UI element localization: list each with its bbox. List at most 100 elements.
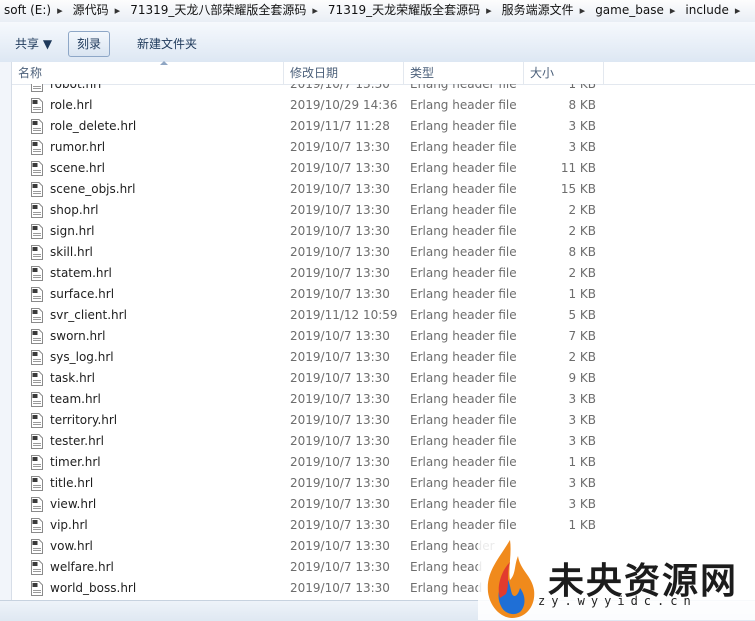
file-name: role.hrl xyxy=(50,98,93,112)
file-row[interactable]: team.hrl 2019/10/7 13:30 Erlang header fil… xyxy=(12,389,755,410)
file-name: svr_client.hrl xyxy=(50,308,127,322)
file-date: 2019/11/7 11:28 xyxy=(290,119,390,133)
file-name: scene.hrl xyxy=(50,161,105,175)
file-date: 2019/10/7 13:30 xyxy=(290,161,390,175)
watermark: 未央资源网 zy.wyyidc.cn xyxy=(478,534,755,620)
file-name: rumor.hrl xyxy=(50,140,106,154)
hrl-file-icon xyxy=(31,245,43,260)
file-type: Erlang header file xyxy=(410,518,517,532)
breadcrumb-item[interactable]: 71319_天龙荣耀版全套源码 xyxy=(324,0,484,20)
file-row[interactable]: scene.hrl 2019/10/7 13:30 Erlang header fi… xyxy=(12,158,755,179)
new-folder-button[interactable]: 新建文件夹 xyxy=(128,31,206,57)
file-row[interactable]: scene_objs.hrl 2019/10/7 13:30 Erlang head… xyxy=(12,179,755,200)
breadcrumb-item[interactable]: soft (E:) xyxy=(0,0,55,20)
file-row[interactable]: title.hrl 2019/10/7 13:30 Erlang header fi… xyxy=(12,473,755,494)
chevron-right-icon[interactable]: ▸ xyxy=(578,1,592,21)
chevron-right-icon[interactable]: ▸ xyxy=(733,1,747,21)
hrl-file-icon xyxy=(31,476,43,491)
file-row[interactable]: sys_log.hrl 2019/10/7 13:30 Erlang header … xyxy=(12,347,755,368)
breadcrumb-item[interactable]: 71319_天龙八部荣耀版全套源码 xyxy=(126,0,310,20)
hrl-file-icon xyxy=(31,98,43,113)
file-row[interactable]: timer.hrl 2019/10/7 13:30 Erlang header fi… xyxy=(12,452,755,473)
column-header-name[interactable]: 名称 xyxy=(12,62,284,84)
file-size: 8 KB xyxy=(568,98,596,112)
share-button[interactable]: 共享 ▼ xyxy=(6,31,61,57)
file-type: Erlang header file xyxy=(410,392,517,406)
file-name: sign.hrl xyxy=(50,224,95,238)
hrl-file-icon xyxy=(31,371,43,386)
column-header-type[interactable]: 类型 xyxy=(404,62,524,84)
file-type: Erlang header file xyxy=(410,434,517,448)
file-row[interactable]: view.hrl 2019/10/7 13:30 Erlang header fil… xyxy=(12,494,755,515)
chevron-right-icon[interactable]: ▸ xyxy=(113,1,127,21)
file-row[interactable]: role.hrl 2019/10/29 14:36 Erlang header fi… xyxy=(12,95,755,116)
file-row-partial[interactable]: robot.hrl 2019/10/7 13:30 Erlang header … xyxy=(12,84,755,95)
hrl-file-icon xyxy=(31,266,43,281)
file-type: Erlang header file xyxy=(410,497,517,511)
file-date: 2019/10/7 13:30 xyxy=(290,287,390,301)
file-type: Erlang header file xyxy=(410,371,517,385)
file-row[interactable]: territory.hrl 2019/10/7 13:30 Erlang heade… xyxy=(12,410,755,431)
chevron-right-icon[interactable]: ▸ xyxy=(668,1,682,21)
file-name: task.hrl xyxy=(50,371,95,385)
file-type: Erlang header file xyxy=(410,203,517,217)
file-type: Erlang header file xyxy=(410,287,517,301)
file-row[interactable]: tester.hrl 2019/10/7 13:30 Erlang header f… xyxy=(12,431,755,452)
file-date: 2019/10/7 13:30 xyxy=(290,455,390,469)
address-bar[interactable]: soft (E:) ▸ 源代码 ▸ 71319_天龙八部荣耀版全套源码 ▸ 71319_天龙… xyxy=(0,0,755,23)
file-type: Erlang header file xyxy=(410,308,517,322)
file-size: 2 KB xyxy=(568,203,596,217)
file-row[interactable]: shop.hrl 2019/10/7 13:30 Erlang header fil… xyxy=(12,200,755,221)
file-name: robot.hrl xyxy=(50,84,102,91)
chevron-right-icon[interactable]: ▸ xyxy=(310,1,324,21)
file-size: 1 KB xyxy=(568,518,596,532)
file-row[interactable]: statem.hrl 2019/10/7 13:30 Erlang header f… xyxy=(12,263,755,284)
file-row[interactable]: sign.hrl 2019/10/7 13:30 Erlang header fil… xyxy=(12,221,755,242)
file-date: 2019/11/12 10:59 xyxy=(290,308,398,322)
hrl-file-icon xyxy=(31,539,43,554)
file-date: 2019/10/7 13:30 xyxy=(290,266,390,280)
chevron-right-icon[interactable]: ▸ xyxy=(484,1,498,21)
breadcrumb-item[interactable]: 服务端源文件 xyxy=(498,0,578,20)
column-header-row: 名称 修改日期 类型 大小 xyxy=(12,61,755,85)
file-size: 3 KB xyxy=(568,434,596,448)
file-row[interactable]: task.hrl 2019/10/7 13:30 Erlang header fil… xyxy=(12,368,755,389)
file-row[interactable]: skill.hrl 2019/10/7 13:30 Erlang header fi… xyxy=(12,242,755,263)
file-row[interactable]: sworn.hrl 2019/10/7 13:30 Erlang header fi… xyxy=(12,326,755,347)
file-type: Erlang header file xyxy=(410,98,517,112)
hrl-file-icon xyxy=(31,581,43,596)
file-date: 2019/10/7 13:30 xyxy=(290,476,390,490)
breadcrumb-item[interactable]: include xyxy=(681,0,732,20)
file-name: tester.hrl xyxy=(50,434,104,448)
file-row[interactable]: surface.hrl 2019/10/7 13:30 Erlang header … xyxy=(12,284,755,305)
file-name: shop.hrl xyxy=(50,203,99,217)
file-date: 2019/10/7 13:30 xyxy=(290,518,390,532)
file-type: Erlang header file xyxy=(410,224,517,238)
hrl-file-icon xyxy=(31,413,43,428)
file-type: Erlang head xyxy=(410,581,483,595)
breadcrumb-item[interactable]: game_base xyxy=(591,0,668,20)
chevron-right-icon[interactable]: ▸ xyxy=(55,1,69,21)
file-size: 2 KB xyxy=(568,350,596,364)
file-name: sys_log.hrl xyxy=(50,350,114,364)
file-type: Erlang header file xyxy=(410,266,517,280)
file-row[interactable]: rumor.hrl 2019/10/7 13:30 Erlang header fi… xyxy=(12,137,755,158)
hrl-file-icon xyxy=(31,140,43,155)
file-type: Erlang header file xyxy=(410,84,517,91)
breadcrumb-item[interactable]: 源代码 xyxy=(69,0,113,20)
column-header-date[interactable]: 修改日期 xyxy=(284,62,404,84)
burn-button[interactable]: 刻录 xyxy=(68,31,111,57)
file-row[interactable]: role_delete.hrl 2019/11/7 11:28 Erlang hea… xyxy=(12,116,755,137)
file-row[interactable]: vip.hrl 2019/10/7 13:30 Erlang header file… xyxy=(12,515,755,536)
file-row[interactable]: svr_client.hrl 2019/11/12 10:59 Erlang hea… xyxy=(12,305,755,326)
file-date: 2019/10/7 13:30 xyxy=(290,560,390,574)
file-date: 2019/10/7 13:30 xyxy=(290,392,390,406)
file-type: Erlang head xyxy=(410,560,483,574)
file-type: Erlang header file xyxy=(410,455,517,469)
column-header-size[interactable]: 大小 xyxy=(524,62,604,84)
navigation-pane-edge[interactable] xyxy=(0,62,12,600)
hrl-file-icon xyxy=(31,182,43,197)
hrl-file-icon xyxy=(31,518,43,533)
hrl-file-icon xyxy=(31,455,43,470)
hrl-file-icon xyxy=(31,287,43,302)
